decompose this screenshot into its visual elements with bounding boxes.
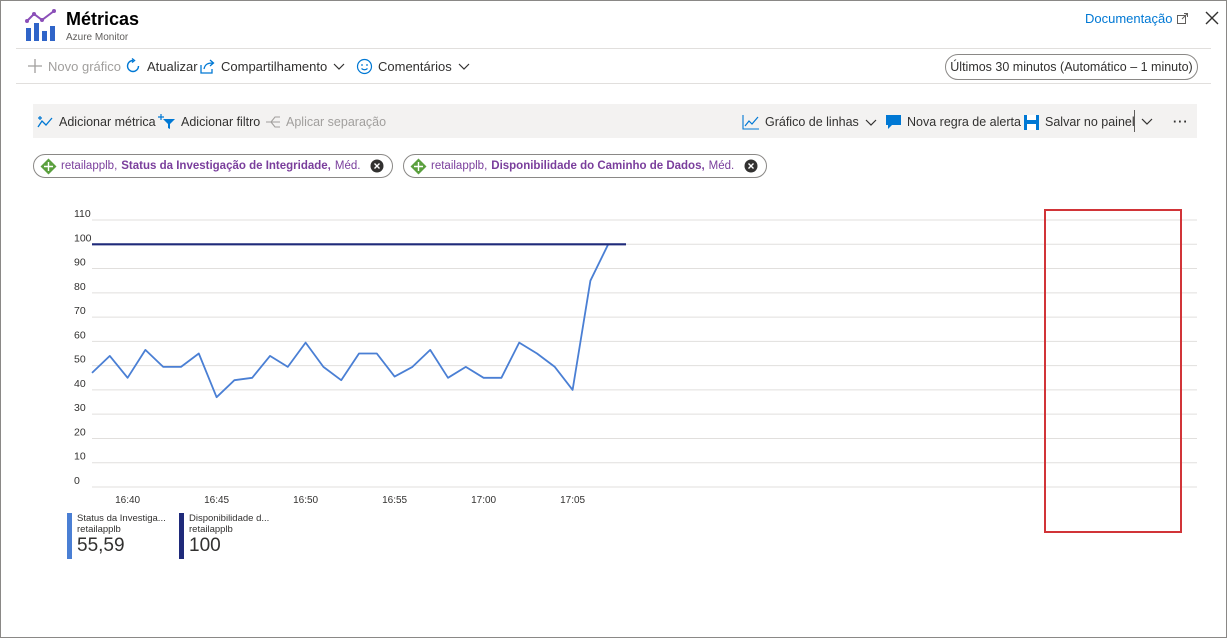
legend-color-swatch xyxy=(67,513,72,559)
y-tick-label: 10 xyxy=(74,451,86,463)
legend-series-name: Status da Investiga... xyxy=(77,513,166,524)
legend-value: 55,59 xyxy=(77,535,125,556)
legend-resource: retailapplb xyxy=(189,524,233,535)
legend-item[interactable]: Status da Investiga... retailapplb 55,59 xyxy=(67,513,166,559)
highlight-box xyxy=(1044,209,1182,533)
x-tick-label: 16:55 xyxy=(382,495,407,506)
y-tick-label: 50 xyxy=(74,354,86,366)
x-tick-label: 16:50 xyxy=(293,495,318,506)
x-tick-label: 17:05 xyxy=(560,495,585,506)
legend-color-swatch xyxy=(179,513,184,559)
y-tick-label: 100 xyxy=(74,232,92,244)
y-tick-label: 30 xyxy=(74,402,86,414)
x-tick-label: 16:45 xyxy=(204,495,229,506)
y-tick-label: 70 xyxy=(74,305,86,317)
legend-series-name: Disponibilidade d... xyxy=(189,513,270,524)
legend-item[interactable]: Disponibilidade d... retailapplb 100 xyxy=(179,513,269,559)
y-tick-label: 110 xyxy=(74,208,91,220)
legend-value: 100 xyxy=(189,535,221,556)
y-tick-label: 60 xyxy=(74,329,86,341)
y-tick-label: 20 xyxy=(74,426,86,438)
y-tick-label: 40 xyxy=(74,378,86,390)
x-tick-label: 17:00 xyxy=(471,495,496,506)
y-tick-label: 0 xyxy=(74,475,80,487)
legend-resource: retailapplb xyxy=(77,524,121,535)
y-tick-label: 90 xyxy=(74,257,86,269)
x-tick-label: 16:40 xyxy=(115,495,140,506)
series-line-health-probe-status xyxy=(91,243,610,399)
y-tick-label: 80 xyxy=(74,281,86,293)
